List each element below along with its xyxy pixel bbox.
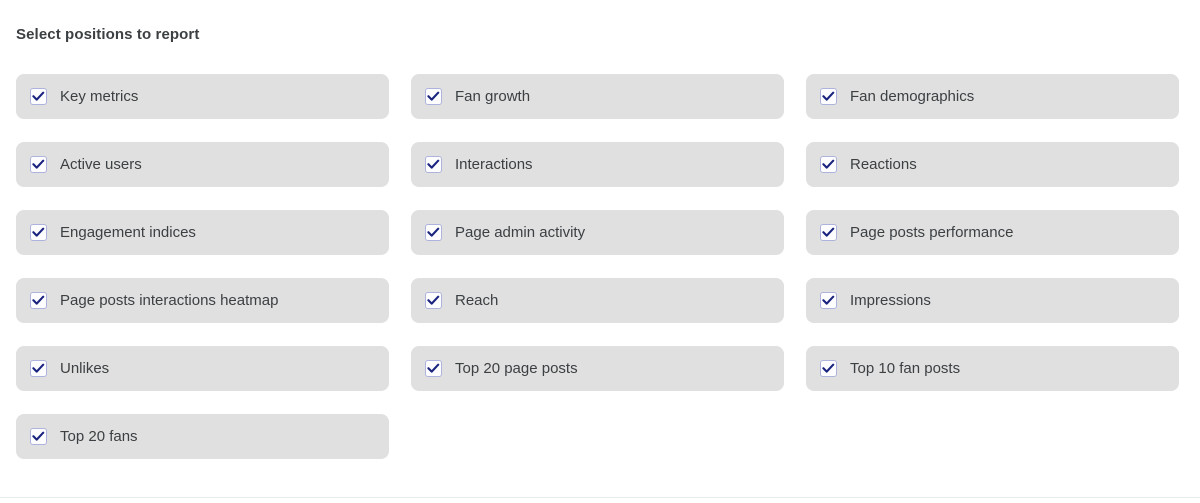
position-option-label: Fan demographics [850, 88, 975, 105]
position-option-row[interactable]: Unlikes [16, 346, 389, 391]
checkmark-icon [822, 159, 835, 169]
position-option-label: Interactions [455, 156, 533, 173]
position-checkbox[interactable] [30, 428, 47, 445]
position-option-row[interactable]: Top 10 fan posts [806, 346, 1179, 391]
position-option-label: Reach [455, 292, 499, 309]
position-checkbox[interactable] [820, 224, 837, 241]
position-option-row[interactable]: Key metrics [16, 74, 389, 119]
position-option-row[interactable]: Page posts interactions heatmap [16, 278, 389, 323]
position-option-row[interactable]: Top 20 page posts [411, 346, 784, 391]
checkmark-icon [32, 295, 45, 305]
checkmark-icon [427, 295, 440, 305]
position-option-label: Reactions [850, 156, 917, 173]
position-checkbox[interactable] [425, 224, 442, 241]
checkmark-icon [427, 363, 440, 373]
position-option-label: Fan growth [455, 88, 531, 105]
position-option-row[interactable]: Reactions [806, 142, 1179, 187]
position-option-row[interactable]: Reach [411, 278, 784, 323]
position-checkbox[interactable] [820, 156, 837, 173]
position-checkbox[interactable] [30, 360, 47, 377]
position-option-label: Page posts performance [850, 224, 1014, 241]
position-checkbox[interactable] [820, 292, 837, 309]
position-option-row[interactable]: Impressions [806, 278, 1179, 323]
position-option-label: Unlikes [60, 360, 110, 377]
bottom-divider [0, 497, 1200, 498]
position-checkbox[interactable] [425, 292, 442, 309]
position-option-label: Key metrics [60, 88, 139, 105]
checkmark-icon [822, 363, 835, 373]
checkmark-icon [32, 91, 45, 101]
checkmark-icon [427, 227, 440, 237]
position-option-row[interactable]: Active users [16, 142, 389, 187]
checkmark-icon [32, 363, 45, 373]
position-option-label: Impressions [850, 292, 931, 309]
position-option-row[interactable]: Top 20 fans [16, 414, 389, 459]
select-positions-panel: Select positions to report Key metrics Fa… [0, 0, 1200, 497]
position-option-label: Top 20 page posts [455, 360, 578, 377]
checkmark-icon [822, 227, 835, 237]
checkmark-icon [32, 159, 45, 169]
position-checkbox[interactable] [425, 88, 442, 105]
position-checkbox[interactable] [820, 88, 837, 105]
position-option-row[interactable]: Engagement indices [16, 210, 389, 255]
position-option-row[interactable]: Page admin activity [411, 210, 784, 255]
position-option-label: Top 10 fan posts [850, 360, 961, 377]
checkmark-icon [32, 431, 45, 441]
position-checkbox[interactable] [820, 360, 837, 377]
checkmark-icon [427, 159, 440, 169]
checkmark-icon [822, 295, 835, 305]
position-option-label: Page posts interactions heatmap [60, 292, 279, 309]
position-option-label: Engagement indices [60, 224, 196, 241]
positions-option-grid: Key metrics Fan growth Fan demographics Act… [16, 74, 1184, 459]
position-option-row[interactable]: Fan growth [411, 74, 784, 119]
position-checkbox[interactable] [30, 292, 47, 309]
position-option-row[interactable]: Interactions [411, 142, 784, 187]
position-option-row[interactable]: Fan demographics [806, 74, 1179, 119]
position-checkbox[interactable] [30, 88, 47, 105]
position-checkbox[interactable] [425, 156, 442, 173]
checkmark-icon [32, 227, 45, 237]
position-checkbox[interactable] [425, 360, 442, 377]
position-checkbox[interactable] [30, 224, 47, 241]
position-checkbox[interactable] [30, 156, 47, 173]
checkmark-icon [822, 91, 835, 101]
checkmark-icon [427, 91, 440, 101]
position-option-label: Active users [60, 156, 142, 173]
position-option-label: Top 20 fans [60, 428, 138, 445]
position-option-label: Page admin activity [455, 224, 586, 241]
page-title: Select positions to report [16, 26, 200, 43]
position-option-row[interactable]: Page posts performance [806, 210, 1179, 255]
